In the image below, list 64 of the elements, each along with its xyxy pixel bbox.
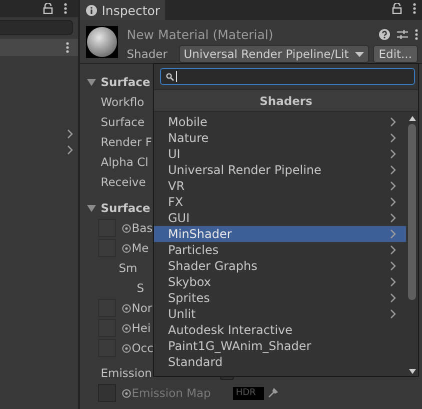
lock-icon[interactable] xyxy=(392,3,402,14)
inspector-tab[interactable]: Inspector xyxy=(80,0,165,20)
shader-dropdown[interactable]: Universal Render Pipeline/Lit xyxy=(178,45,369,63)
target-icon[interactable] xyxy=(122,388,131,398)
menu-item[interactable]: UI xyxy=(154,146,406,162)
popup-title: Shaders xyxy=(260,94,312,108)
property-label: Receive xyxy=(100,175,146,189)
menu-item[interactable]: GUI xyxy=(154,210,406,226)
more-icon[interactable] xyxy=(413,3,416,14)
info-icon xyxy=(86,4,97,16)
menu-item[interactable]: Nature xyxy=(154,130,406,146)
property-label: Surface xyxy=(100,115,145,129)
more-icon[interactable] xyxy=(415,28,418,40)
material-preview xyxy=(86,26,118,58)
menu-item[interactable]: Skybox xyxy=(154,274,406,290)
property-label: Sm xyxy=(118,261,138,275)
more-icon[interactable] xyxy=(64,3,67,14)
search-field[interactable] xyxy=(160,68,415,85)
menu-item[interactable]: Standard xyxy=(154,354,406,370)
shader-label: Shader xyxy=(126,47,168,61)
menu-item[interactable]: Autodesk Interactive xyxy=(154,322,406,338)
target-icon[interactable] xyxy=(122,244,131,252)
property-label: Emission Map xyxy=(132,386,211,400)
menu-item[interactable]: Particles xyxy=(154,242,406,258)
menu-item[interactable]: FX xyxy=(154,194,406,210)
menu-item[interactable]: MinShader xyxy=(154,226,406,242)
property-label: Workflo xyxy=(100,95,144,109)
scroll-up-icon[interactable] xyxy=(408,116,416,121)
edit-button[interactable]: Edit... xyxy=(372,45,418,63)
foldout-arrow-icon[interactable] xyxy=(86,78,96,86)
property-label: S xyxy=(136,281,144,295)
target-icon[interactable] xyxy=(122,324,131,332)
target-icon[interactable] xyxy=(122,304,131,312)
menu-item[interactable]: Mobile xyxy=(154,114,406,130)
section-title: Surface xyxy=(100,201,150,215)
property-label: Occ xyxy=(132,341,154,355)
menu-item[interactable]: Sprites xyxy=(154,290,406,306)
target-icon[interactable] xyxy=(122,344,131,352)
menu-item[interactable]: Shader Graphs xyxy=(154,258,406,274)
sliders-icon[interactable] xyxy=(397,28,408,40)
search-field[interactable] xyxy=(0,20,73,35)
help-icon[interactable] xyxy=(379,28,390,40)
menu-item[interactable]: Unlit xyxy=(154,306,406,322)
menu-item[interactable]: VR xyxy=(154,178,406,194)
property-label: Me xyxy=(132,241,149,255)
foldout-arrow-icon[interactable] xyxy=(86,204,96,212)
eyedropper-icon[interactable] xyxy=(268,388,278,398)
scrollbar[interactable] xyxy=(406,114,418,376)
section-title: Surface xyxy=(100,75,150,89)
property-label: Alpha Cl xyxy=(100,155,148,169)
property-label: Emission xyxy=(100,366,152,380)
material-title: New Material (Material) xyxy=(126,26,274,42)
caret-icon xyxy=(354,52,364,56)
scroll-down-icon[interactable] xyxy=(408,369,416,374)
property-label: Bas xyxy=(132,221,153,235)
property-label: Render F xyxy=(100,135,152,149)
search-icon xyxy=(166,72,174,80)
more-icon[interactable] xyxy=(66,42,69,53)
menu-item[interactable]: Universal Render Pipeline xyxy=(154,162,406,178)
property-label: Hei xyxy=(132,321,151,335)
property-label: Nor xyxy=(132,301,152,315)
lock-icon[interactable] xyxy=(42,3,53,14)
menu-item[interactable]: Paint1G_WAnim_Shader xyxy=(154,338,406,354)
target-icon[interactable] xyxy=(122,224,131,232)
